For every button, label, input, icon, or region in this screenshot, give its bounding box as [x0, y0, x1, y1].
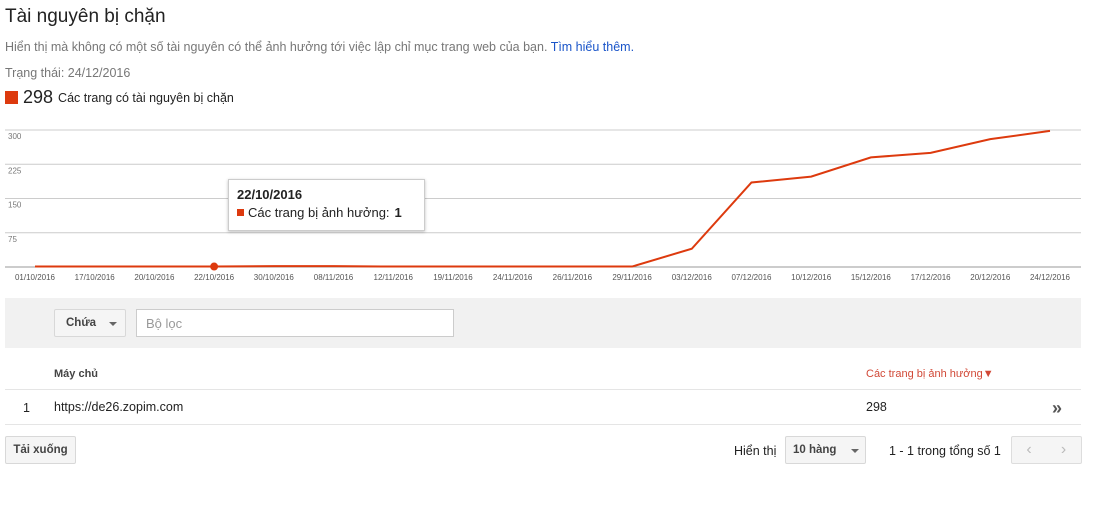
page-title: Tài nguyên bị chặn [5, 6, 166, 27]
legend-label: Các trang có tài nguyên bị chặn [58, 90, 234, 105]
x-tick-label: 26/11/2016 [553, 273, 593, 282]
x-tick-label: 24/12/2016 [1030, 273, 1071, 282]
tooltip-swatch [237, 209, 244, 216]
column-header-host[interactable]: Máy chủ [54, 368, 98, 380]
x-tick-label: 07/12/2016 [731, 273, 772, 282]
x-tick-label: 17/12/2016 [911, 273, 952, 282]
y-tick-label: 225 [8, 166, 22, 175]
highlighted-data-point [210, 262, 219, 271]
x-tick-label: 12/11/2016 [374, 273, 414, 282]
tooltip-row: Các trang bị ảnh hưởng: 1 [237, 205, 416, 220]
page-description: Hiển thị mà không có một số tài nguyên c… [5, 40, 634, 54]
tooltip-value: 1 [394, 205, 402, 220]
filter-operator-value: Chứa [66, 317, 97, 329]
row-host: https://de26.zopim.com [54, 400, 184, 414]
table-header: Máy chủ Các trang bị ảnh hưởng▼ [5, 358, 1081, 390]
x-tick-label: 10/12/2016 [791, 273, 832, 282]
x-tick-label: 22/10/2016 [194, 273, 235, 282]
x-tick-label: 29/11/2016 [612, 273, 652, 282]
legend-count: 298 [23, 87, 54, 107]
x-tick-label: 19/11/2016 [433, 273, 473, 282]
y-tick-label: 300 [8, 132, 22, 141]
y-tick-label: 75 [8, 235, 17, 244]
filter-operator-select[interactable]: Chứa [54, 309, 126, 337]
next-page-button[interactable]: › [1046, 436, 1082, 464]
filter-bar: Chứa [5, 298, 1081, 348]
y-tick-label: 150 [8, 201, 22, 210]
double-chevron-right-icon[interactable]: » [1052, 398, 1062, 419]
x-tick-label: 24/11/2016 [493, 273, 533, 282]
x-tick-label: 17/10/2016 [75, 273, 116, 282]
description-text: Hiển thị mà không có một số tài nguyên c… [5, 40, 548, 54]
legend-swatch [5, 91, 18, 104]
blocked-resources-chart: 300 225 150 75 01/10/2016 17/10/2016 20/10/201… [5, 129, 1081, 282]
x-tick-label: 08/11/2016 [314, 273, 354, 282]
pagination-summary: 1 - 1 trong tổng số 1 [889, 444, 1001, 458]
chevron-down-icon [109, 322, 117, 326]
rows-per-page-value: 10 hàng [793, 444, 837, 456]
row-index: 1 [23, 401, 30, 415]
status-date: Trạng thái: 24/12/2016 [5, 66, 131, 80]
filter-input[interactable] [136, 309, 454, 337]
x-tick-label: 15/12/2016 [851, 273, 892, 282]
row-affected-pages: 298 [866, 400, 887, 414]
chevron-down-icon [851, 449, 859, 453]
rows-per-page-select[interactable]: 10 hàng [785, 436, 866, 464]
x-tick-label: 03/12/2016 [672, 273, 713, 282]
learn-more-link[interactable]: Tìm hiểu thêm. [551, 40, 634, 54]
x-tick-label: 30/10/2016 [254, 273, 295, 282]
download-button[interactable]: Tải xuống [5, 436, 76, 464]
tooltip-date: 22/10/2016 [237, 187, 303, 202]
x-tick-label: 20/10/2016 [134, 273, 175, 282]
chart-tooltip: 22/10/2016 Các trang bị ảnh hưởng: 1 [228, 179, 425, 231]
x-tick-label: 01/10/2016 [15, 273, 56, 282]
chart-legend[interactable]: 298 Các trang có tài nguyên bị chặn [5, 87, 234, 108]
previous-page-button[interactable]: ‹ [1011, 436, 1047, 464]
x-tick-label: 20/12/2016 [970, 273, 1011, 282]
column-header-affected-pages[interactable]: Các trang bị ảnh hưởng▼ [866, 368, 994, 380]
table-row[interactable]: 1 https://de26.zopim.com 298 » [5, 391, 1081, 425]
rows-per-page-label: Hiển thị [734, 444, 777, 458]
tooltip-label: Các trang bị ảnh hưởng: [248, 205, 390, 220]
